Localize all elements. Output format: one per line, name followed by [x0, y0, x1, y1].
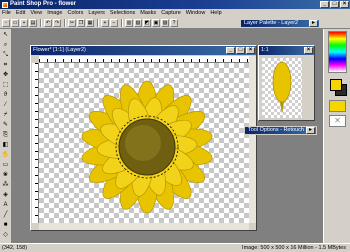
tool-palette-toggle-icon[interactable]: ▧ — [134, 18, 142, 27]
overview-window: 1:1 × — [258, 45, 315, 121]
image-info: Image: 500 x 500 x 16 Million - 1.5 MByt… — [242, 244, 346, 251]
menu-help[interactable]: Help — [210, 9, 221, 17]
color-spectrum[interactable] — [328, 31, 347, 73]
clone-tool-icon[interactable]: ⎘ — [1, 131, 10, 140]
tool-options-palette[interactable]: Tool Options - Retouch ▸ — [244, 126, 317, 135]
style-swatch[interactable] — [329, 100, 346, 112]
flower-image — [81, 80, 213, 214]
color-replacer-icon[interactable]: ◧ — [1, 141, 10, 150]
dropper-tool-icon[interactable]: ⌿ — [1, 111, 10, 120]
new-file-icon[interactable]: ▫ — [2, 18, 10, 27]
menu-image[interactable]: Image — [47, 9, 62, 17]
deform-tool-icon[interactable]: ⤡ — [1, 51, 10, 60]
magic-wand-icon[interactable]: ⁄ — [1, 101, 10, 110]
histogram-icon[interactable]: ▨ — [161, 18, 169, 27]
draw-tool-icon[interactable]: ╱ — [1, 211, 10, 220]
redo-icon[interactable]: ↷ — [53, 18, 61, 27]
menu-edit[interactable]: Edit — [16, 9, 25, 17]
zoom-out-icon[interactable]: − — [110, 18, 118, 27]
tool-options-expand-button[interactable]: ▸ — [306, 127, 315, 134]
menu-capture[interactable]: Capture — [161, 9, 181, 17]
menu-layers[interactable]: Layers — [88, 9, 105, 17]
image-canvas[interactable] — [39, 63, 249, 223]
flood-fill-icon[interactable]: ◈ — [1, 191, 10, 200]
toolbar-separator — [40, 18, 42, 27]
layer-palette[interactable]: Layer Palette - Layer2 ▸ — [240, 19, 320, 28]
open-folder-icon[interactable]: ▭ — [11, 18, 19, 27]
overview-thumbnail — [272, 61, 292, 114]
document-close-button[interactable]: × — [246, 47, 255, 54]
layer-palette-toggle-icon[interactable]: ▥ — [125, 18, 133, 27]
freehand-tool-icon[interactable]: ϑ — [1, 91, 10, 100]
help-icon[interactable]: ? — [170, 18, 178, 27]
paste-icon[interactable]: ▦ — [86, 18, 94, 27]
color-palette: ✕ — [323, 29, 350, 243]
picture-tube-icon[interactable]: ❀ — [1, 171, 10, 180]
menu-bar: File Edit View Image Colors Layers Selec… — [0, 9, 350, 17]
menu-selections[interactable]: Selections — [110, 9, 135, 17]
flower-center-highlight — [125, 125, 161, 161]
horizontal-scrollbar[interactable] — [39, 223, 249, 230]
cut-icon[interactable]: ✂ — [68, 18, 76, 27]
copy-icon[interactable]: ❐ — [77, 18, 85, 27]
minimize-button[interactable]: _ — [320, 1, 329, 8]
undo-icon[interactable]: ↶ — [44, 18, 52, 27]
color-palette-toggle-icon[interactable]: ◩ — [143, 18, 151, 27]
cursor-coordinates: (342, 158) — [2, 244, 28, 251]
document-minimize-button[interactable]: _ — [226, 47, 235, 54]
overview-close-button[interactable]: × — [304, 47, 313, 54]
maximize-button[interactable]: □ — [330, 1, 339, 8]
tool-palette: ↖ ⌕ ⤡ ⌗ ✥ ⬚ ϑ ⁄ ⌿ ✎ ⎘ ◧ ✋ ▭ ❀ ⁂ ◈ A ╱ ■ … — [0, 29, 12, 243]
menu-masks[interactable]: Masks — [140, 9, 156, 17]
menu-file[interactable]: File — [2, 9, 11, 17]
text-tool-icon[interactable]: A — [1, 201, 10, 210]
print-icon[interactable]: ▤ — [29, 18, 37, 27]
tool-options-title: Tool Options - Retouch — [248, 127, 304, 133]
texture-swatch[interactable]: ✕ — [329, 115, 346, 127]
menu-window[interactable]: Window — [186, 9, 206, 17]
airbrush-tool-icon[interactable]: ⁂ — [1, 181, 10, 190]
vertical-scrollbar[interactable] — [249, 56, 256, 223]
toolbar-separator — [121, 18, 123, 27]
menu-view[interactable]: View — [30, 9, 42, 17]
document-title-bar[interactable]: Flower* [1:1] (Layer2) _ □ × — [31, 46, 256, 55]
vector-tool-icon[interactable]: ◇ — [1, 231, 10, 240]
vertical-ruler — [32, 63, 39, 223]
app-title: Paint Shop Pro - flower — [10, 1, 77, 7]
mover-tool-icon[interactable]: ✥ — [1, 71, 10, 80]
app-icon — [2, 1, 8, 8]
app-title-bar: Paint Shop Pro - flower _ □ × — [0, 0, 350, 9]
horizontal-ruler — [39, 56, 249, 63]
overview-title: 1:1 — [261, 47, 269, 53]
retouch-tool-icon[interactable]: ✋ — [1, 151, 10, 160]
preset-shapes-icon[interactable]: ■ — [1, 221, 10, 230]
paintbrush-tool-icon[interactable]: ✎ — [1, 121, 10, 130]
menu-colors[interactable]: Colors — [67, 9, 83, 17]
foreground-color-swatch[interactable] — [330, 79, 342, 91]
selection-tool-icon[interactable]: ⬚ — [1, 81, 10, 90]
zoom-tool-icon[interactable]: ⌕ — [1, 41, 10, 50]
toolbar-separator — [97, 18, 99, 27]
document-maximize-button[interactable]: □ — [236, 47, 245, 54]
overview-canvas[interactable] — [262, 58, 302, 118]
eraser-tool-icon[interactable]: ▭ — [1, 161, 10, 170]
document-title: Flower* [1:1] (Layer2) — [33, 47, 86, 53]
layer-palette-title: Layer Palette - Layer2 — [244, 20, 299, 26]
document-window: Flower* [1:1] (Layer2) _ □ × — [30, 45, 257, 231]
arrow-tool-icon[interactable]: ↖ — [1, 31, 10, 40]
layer-palette-expand-button[interactable]: ▸ — [309, 20, 318, 27]
status-bar: (342, 158) Image: 500 x 500 x 16 Million… — [0, 243, 350, 252]
close-button[interactable]: × — [340, 1, 349, 8]
save-icon[interactable]: ▪ — [20, 18, 28, 27]
overview-toggle-icon[interactable]: ▣ — [152, 18, 160, 27]
crop-tool-icon[interactable]: ⌗ — [1, 61, 10, 70]
toolbar-separator — [64, 18, 66, 27]
zoom-in-icon[interactable]: + — [101, 18, 109, 27]
overview-title-bar[interactable]: 1:1 × — [259, 46, 314, 55]
